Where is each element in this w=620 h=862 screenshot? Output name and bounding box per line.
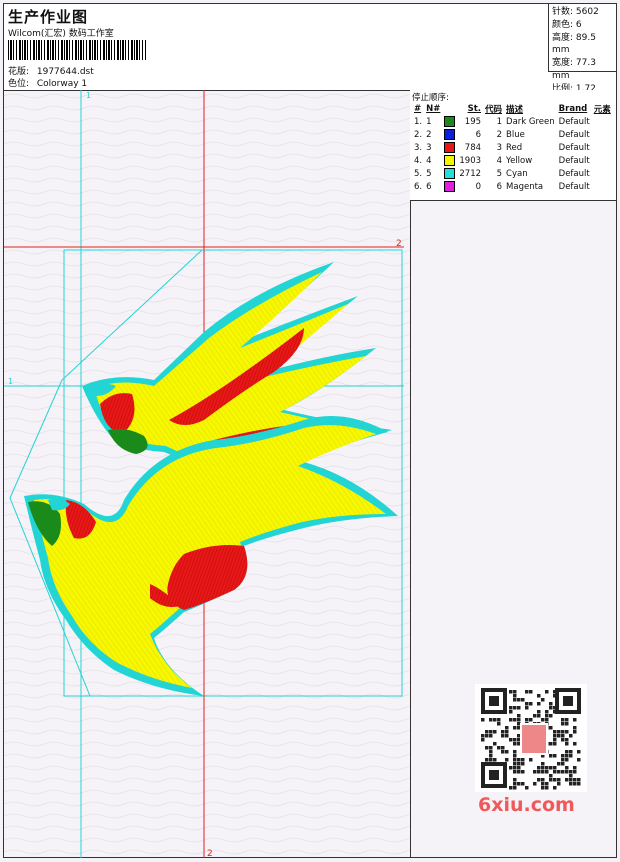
row-id: 5 (496, 168, 503, 179)
stat-label: 宽度: (552, 58, 574, 69)
color-row: 5. 5 2712 5 Cyan Default (412, 167, 613, 180)
header: 生产作业图 Wilcom(汇宏) 数码工作室 花版: 1977644.dst 色… (4, 4, 616, 94)
col-description: 描述 (506, 104, 524, 115)
stat-height: 高度: 89.5 mm (552, 32, 613, 58)
row-description: Blue (506, 129, 525, 140)
row-swatch (442, 115, 457, 128)
row-swatch (442, 180, 457, 193)
colorway-line: 色位: Colorway 1 (8, 76, 87, 89)
row-index: 4. (414, 155, 423, 166)
row-id: 4 (496, 155, 503, 166)
row-brand: Default (558, 129, 590, 140)
row-id: 6 (496, 181, 503, 192)
row-stitches: 0 (475, 181, 482, 192)
color-table: # N# St. 代码 描述 Brand 元素 1. 1 195 1 Dark Gree… (412, 102, 613, 193)
color-swatch (444, 168, 456, 179)
row-stitches: 784 (464, 142, 482, 153)
row-swatch (442, 154, 457, 167)
color-row: 3. 3 784 3 Red Default (412, 141, 613, 154)
row-brand: Default (558, 168, 590, 179)
row-index: 6. (414, 181, 423, 192)
row-brand: Default (558, 155, 590, 166)
stat-colors: 颜色: 6 (552, 19, 613, 32)
qr-center-badge (520, 723, 548, 755)
row-index: 5. (414, 168, 423, 179)
stat-label: 针数: (552, 7, 574, 17)
row-description: Dark Green (506, 116, 555, 127)
row-swatch (442, 141, 457, 154)
color-swatch (444, 129, 456, 140)
col-element: 元素 (593, 104, 611, 115)
row-index: 3. (414, 142, 423, 153)
stat-label: 高度: (552, 32, 574, 43)
color-row: 4. 4 1903 4 Yellow Default (412, 154, 613, 167)
color-swatch (444, 181, 456, 192)
row-stitches: 2712 (459, 168, 482, 179)
row-id: 2 (496, 129, 503, 140)
marker-bottom-2: 2 (207, 849, 213, 858)
row-id: 1 (496, 116, 503, 127)
design-canvas: 1 1 2 2 (4, 90, 411, 859)
row-swatch (442, 167, 457, 180)
color-swatch (444, 142, 456, 153)
stat-value: 6 (575, 19, 582, 30)
row-element (592, 115, 613, 128)
row-stitches: 195 (464, 116, 482, 127)
colorway-label: 色位: (8, 79, 30, 89)
stat-value: 5602 (575, 7, 599, 17)
row-brand: Default (558, 181, 590, 192)
color-swatch (444, 155, 456, 166)
row-index: 1. (414, 116, 423, 127)
embroidery-preview: 1 1 2 2 (4, 90, 410, 859)
color-row: 2. 2 6 2 Blue Default (412, 128, 613, 141)
col-number: N# (426, 103, 441, 114)
marker-left-1: 1 (8, 377, 13, 386)
stat-stitches: 针数: 5602 (552, 6, 613, 19)
barcode (8, 40, 146, 60)
color-swatch (444, 116, 456, 127)
production-sheet: 生产作业图 Wilcom(汇宏) 数码工作室 花版: 1977644.dst 色… (3, 3, 617, 859)
row-swatch (442, 128, 457, 141)
row-stitches: 6 (475, 129, 482, 140)
row-description: Cyan (506, 168, 528, 179)
marker-top-1: 1 (86, 91, 91, 100)
colorway-value: Colorway 1 (36, 79, 88, 89)
row-code: 1 (426, 116, 432, 127)
row-id: 3 (496, 142, 503, 153)
row-description: Yellow (506, 155, 533, 166)
site-logo: 6xiu.com (478, 794, 575, 816)
stats-box: 针数: 5602 颜色: 6 高度: 89.5 mm 宽度: 77.3 mm 比… (548, 4, 616, 94)
stop-sequence-panel: 停止顺序: # N# St. 代码 描述 Brand 元素 1. 1 195 1 Dar… (410, 90, 616, 201)
color-row: 6. 6 0 6 Magenta Default (412, 180, 613, 193)
marker-right-2: 2 (396, 239, 402, 249)
stat-width: 宽度: 77.3 mm (552, 57, 613, 83)
color-row: 1. 1 195 1 Dark Green Default (412, 115, 613, 128)
sheet-title: 生产作业图 (8, 8, 89, 26)
stat-label: 颜色: (552, 19, 574, 30)
col-brand: Brand (558, 103, 588, 114)
row-element (592, 128, 613, 141)
row-code: 2 (426, 129, 432, 140)
table-header-row: # N# St. 代码 描述 Brand 元素 (412, 102, 613, 115)
row-code: 5 (426, 168, 432, 179)
row-description: Magenta (506, 181, 544, 192)
col-hash: # (414, 103, 422, 114)
row-brand: Default (558, 142, 590, 153)
col-swatch (442, 102, 457, 115)
col-code: 代码 (485, 104, 503, 115)
row-brand: Default (558, 116, 590, 127)
row-element (592, 154, 613, 167)
row-index: 2. (414, 129, 423, 140)
row-stitches: 1903 (459, 155, 482, 166)
row-element (592, 167, 613, 180)
col-stitches: St. (467, 103, 482, 114)
row-code: 6 (426, 181, 432, 192)
row-code: 4 (426, 155, 432, 166)
row-description: Red (506, 142, 523, 153)
studio-name: Wilcom(汇宏) 数码工作室 (8, 29, 114, 39)
row-code: 3 (426, 142, 432, 153)
row-element (592, 180, 613, 193)
row-element (592, 141, 613, 154)
